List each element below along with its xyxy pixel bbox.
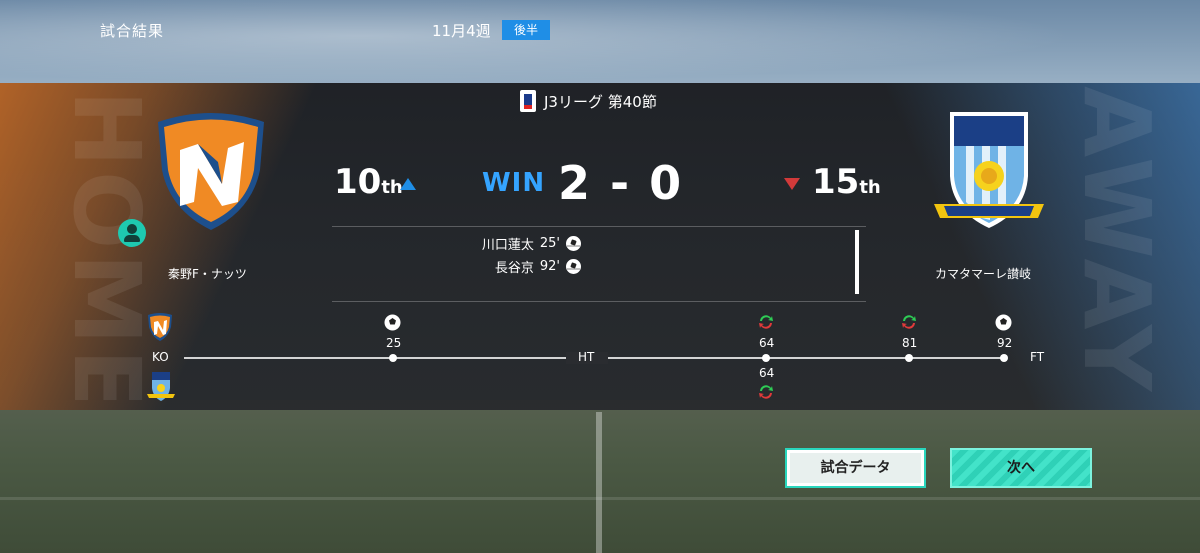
soccer-ball-icon (566, 259, 581, 274)
pitch-line (0, 497, 1200, 500)
away-rank-suffix: th (859, 177, 881, 198)
away-rank-number: 15 (812, 162, 860, 202)
scorer-minute: 25' (539, 236, 560, 251)
event-minute: 92 (997, 336, 1013, 350)
match-week: 11月4週 (432, 22, 491, 40)
home-rank-number: 10 (334, 162, 382, 202)
away-scorers-divider (855, 230, 859, 294)
home-team-crest (158, 113, 264, 230)
league-header: J3リーグ 第40節 (520, 89, 657, 113)
match-outcome: WIN (482, 168, 546, 198)
scorer-name: 長谷京 (494, 261, 534, 276)
timeline-event-dot (389, 354, 397, 362)
home-team-name: 秦野F・ナッツ (168, 267, 247, 281)
away-team-mini-crest (147, 372, 175, 401)
scorers-section: 川口蓮太 25' 長谷京 92' (332, 226, 866, 302)
event-minute: 64 (759, 336, 775, 350)
soccer-ball-icon (384, 314, 401, 331)
home-rank: 10th (334, 162, 403, 202)
header-bar: 試合結果 11月4週 後半 (0, 0, 1200, 62)
event-minute: 81 (902, 336, 918, 350)
away-team-crest (934, 112, 1044, 228)
substitution-icon (759, 315, 773, 329)
final-score: 2 - 0 (558, 156, 684, 210)
substitution-icon (759, 385, 773, 399)
away-watermark-text: AWAY (1063, 86, 1170, 396)
scorer-minute: 92' (539, 259, 560, 274)
jleague-logo-icon (520, 90, 536, 112)
scorer-row: 川口蓮太 25' (482, 234, 581, 253)
timeline-event-dot (905, 354, 913, 362)
home-team-mini-crest (148, 313, 172, 341)
timeline-halftime-label: HT (578, 350, 595, 364)
scorer-name: 川口蓮太 (481, 238, 534, 253)
timeline-fulltime-label: FT (1030, 350, 1045, 364)
pitch-line (596, 412, 602, 553)
event-minute: 64 (759, 366, 775, 380)
screen-title: 試合結果 (100, 22, 165, 40)
match-data-button[interactable]: 試合データ (785, 448, 926, 488)
home-watermark-text: HOME (53, 90, 160, 400)
half-badge: 後半 (502, 20, 550, 40)
rank-up-icon (400, 178, 416, 190)
away-rank: 15th (812, 162, 881, 202)
timeline-kickoff-label: KO (152, 350, 169, 364)
timeline-event-dot (1000, 354, 1008, 362)
soccer-ball-icon (995, 314, 1012, 331)
away-team-name: カマタマーレ讃岐 (935, 267, 1032, 281)
rank-down-icon (784, 178, 800, 190)
scorer-row: 長谷京 92' (495, 257, 581, 276)
soccer-ball-icon (566, 236, 581, 251)
league-name: J3リーグ 第40節 (544, 92, 657, 111)
event-minute: 25 (386, 336, 402, 350)
substitution-icon (902, 315, 916, 329)
manager-avatar-icon (118, 219, 146, 247)
timeline-event-dot (762, 354, 770, 362)
next-button[interactable]: 次へ (950, 448, 1092, 488)
